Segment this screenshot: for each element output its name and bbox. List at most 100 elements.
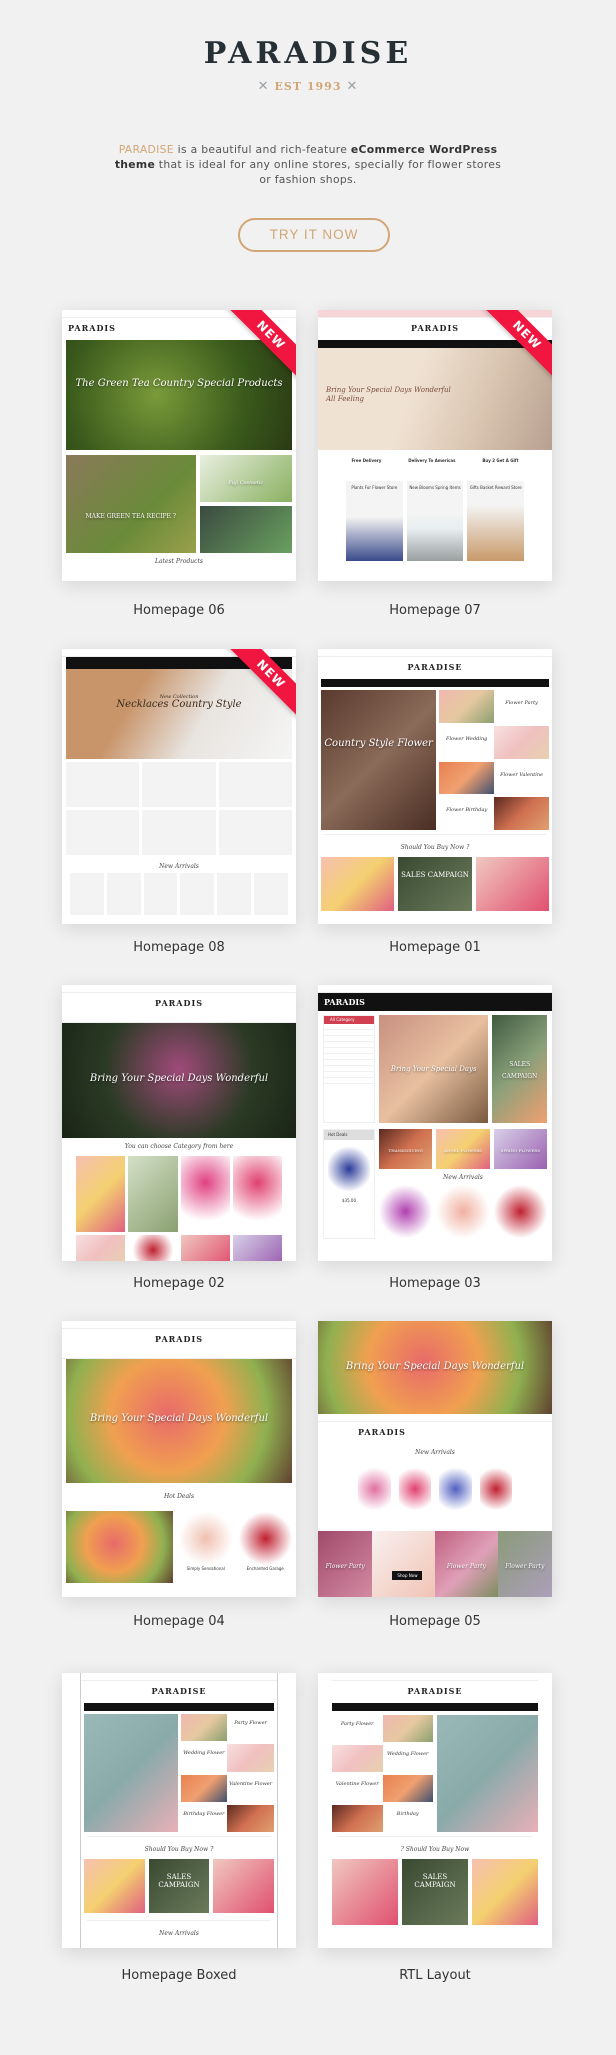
section-title: New Arrivals bbox=[159, 863, 199, 870]
brand-title: PARADISE bbox=[203, 36, 413, 71]
demo-card-homepage-01[interactable]: PARADISE Country Style Flower Flower Par… bbox=[318, 649, 552, 924]
product bbox=[398, 1463, 431, 1515]
demo-label[interactable]: Homepage 07 bbox=[318, 603, 552, 618]
mini-logo: PARADIS bbox=[68, 323, 116, 333]
banner bbox=[475, 857, 549, 911]
demo-label[interactable]: Homepage 02 bbox=[62, 1276, 296, 1291]
tile bbox=[142, 810, 216, 855]
section-title: New Arrivals bbox=[415, 1449, 455, 1456]
side-item-label: Party Flower bbox=[340, 1721, 374, 1727]
mini-topbar bbox=[318, 649, 552, 657]
demo-card-homepage-07[interactable]: PARADIS Bring Your Special Days Wonderfu… bbox=[318, 310, 552, 581]
est-tagline: ✕ EST 1993 ✕ bbox=[0, 79, 616, 94]
banner-text: SALES CAMPAIGN bbox=[158, 1873, 200, 1889]
deals-title: Hot Deals bbox=[324, 1130, 374, 1140]
demo-label[interactable]: Homepage 01 bbox=[318, 940, 552, 955]
try-it-now-button[interactable]: TRY IT NOW bbox=[238, 218, 390, 252]
mini-logo: PARADIS bbox=[358, 1427, 406, 1437]
product bbox=[66, 1511, 173, 1583]
demo-label[interactable]: Homepage 03 bbox=[318, 1276, 552, 1291]
demo-card-homepage-06[interactable]: PARADIS The Green Tea Country Special Pr… bbox=[62, 310, 296, 581]
mini-hero: Country Style Flower bbox=[321, 690, 437, 830]
mini-hero bbox=[84, 1714, 178, 1832]
product bbox=[479, 1463, 512, 1515]
tile-label: THANKSGIVING bbox=[388, 1148, 423, 1153]
mini-hero bbox=[437, 1715, 538, 1832]
demo-label[interactable]: RTL Layout bbox=[318, 1968, 552, 1983]
mini-hero: New Collection Necklaces Country Style bbox=[66, 669, 292, 759]
demo-card-rtl-layout[interactable]: PARADISE Party Flower Wedding Flower Val… bbox=[318, 1673, 552, 1948]
demo-card-homepage-05[interactable]: Bring Your Special Days Wonderful PARADI… bbox=[318, 1321, 552, 1597]
demo-card-homepage-04[interactable]: PARADIS Bring Your Special Days Wonderfu… bbox=[62, 1321, 296, 1597]
hero-text: Bring Your Special Days Wonderful bbox=[345, 1361, 525, 1372]
mini-hero: Bring Your Special Days bbox=[379, 1015, 489, 1123]
tile bbox=[142, 762, 216, 807]
tile: Plants For Flower Store bbox=[346, 481, 403, 561]
hot-deals: Hot Deals $35.00 bbox=[323, 1129, 375, 1239]
mini-logo: PARADISE bbox=[151, 1686, 207, 1696]
feature-label: Buy 2 Get A Gift bbox=[482, 458, 519, 463]
tile: ANGEL FLOWERS bbox=[436, 1129, 490, 1169]
mini-promo: SALES CAMPAIGN bbox=[492, 1015, 547, 1123]
product bbox=[493, 1184, 547, 1239]
mini-nav bbox=[62, 1351, 296, 1359]
tile bbox=[66, 762, 140, 807]
demo-card-homepage-08[interactable]: New Collection Necklaces Country Style N… bbox=[62, 649, 296, 924]
shop-now-button: Shop Now bbox=[392, 1571, 423, 1580]
intro-part1: is a beautiful and rich-feature bbox=[173, 143, 351, 156]
demo-card-homepage-03[interactable]: PARADIS All Category Hot Deals $35.00 Br… bbox=[318, 985, 552, 1261]
feature-label: Delivery To Americas bbox=[408, 458, 456, 463]
mini-header: PARADIS bbox=[62, 1329, 296, 1351]
intro-brand: PARADISE bbox=[118, 143, 174, 156]
product-name: Simply Sensational bbox=[186, 1566, 225, 1571]
tile bbox=[218, 810, 292, 855]
category-tile bbox=[128, 1156, 178, 1232]
tile: Gifts Basket Reward Store bbox=[467, 481, 525, 561]
product bbox=[180, 1156, 230, 1232]
demo-label[interactable]: Homepage 04 bbox=[62, 1614, 296, 1629]
demo-label[interactable]: Homepage Boxed bbox=[62, 1968, 296, 1983]
tile-label: ANGEL FLOWERS bbox=[444, 1148, 482, 1153]
side-item-label: Flower Party bbox=[505, 700, 538, 706]
demo-card-homepage-boxed[interactable]: PARADISE Party Flower Wedding Flower Val… bbox=[62, 1673, 296, 1948]
demo-label[interactable]: Homepage 05 bbox=[318, 1614, 552, 1629]
product bbox=[254, 873, 288, 915]
demo-label[interactable]: Homepage 06 bbox=[62, 603, 296, 618]
product bbox=[358, 1463, 391, 1515]
intro-part2: that is ideal for any online stores, spe… bbox=[155, 158, 502, 186]
side-item-label: Flower Wedding bbox=[445, 735, 488, 742]
feature-label: Free Delivery bbox=[351, 458, 382, 463]
product bbox=[128, 1235, 178, 1261]
cross-icon: ✕ bbox=[257, 79, 270, 94]
mini-logo: PARADISE bbox=[407, 1686, 463, 1696]
side-item-label: Valentine Flower bbox=[335, 1781, 379, 1787]
side-item-label: Flower Birthday bbox=[446, 807, 488, 814]
hero-text: Bring Your Special Days bbox=[390, 1065, 477, 1073]
demo-label[interactable]: Homepage 08 bbox=[62, 940, 296, 955]
demo-card-homepage-02[interactable]: PARADIS Bring Your Special Days Wonderfu… bbox=[62, 985, 296, 1261]
banner bbox=[321, 857, 395, 911]
intro-text: PARADISE is a beautiful and rich-feature… bbox=[110, 142, 506, 187]
side-item-label: Birthday bbox=[396, 1811, 419, 1817]
hero-text: The Green Tea Country Special Products bbox=[75, 378, 283, 389]
category-sidebar: All Category bbox=[323, 1015, 375, 1123]
section-title: Should You Buy Now ? bbox=[144, 1846, 214, 1853]
tile: THANKSGIVING bbox=[379, 1129, 433, 1169]
tile bbox=[66, 810, 140, 855]
product bbox=[232, 1156, 282, 1232]
tile: Flower Party bbox=[435, 1531, 498, 1597]
mini-logo: PARADIS bbox=[155, 998, 203, 1008]
side-item-label: Valentine Flower bbox=[229, 1780, 273, 1787]
side-image bbox=[439, 761, 495, 795]
side-image bbox=[439, 690, 495, 723]
mini-topbar bbox=[318, 1414, 552, 1422]
banner-text: SALES CAMPAIGN bbox=[401, 871, 469, 879]
side-image bbox=[494, 725, 549, 759]
mini-hero: Bring Your Special Days Wonderful bbox=[62, 1023, 296, 1138]
mini-logo: PARADIS bbox=[324, 997, 365, 1007]
mini-header: PARADIS bbox=[62, 993, 296, 1015]
tile-label: Flower Party bbox=[505, 1563, 545, 1570]
section-title: New Arrivals bbox=[443, 1174, 483, 1181]
mini-header: PARADIS bbox=[318, 1422, 552, 1444]
mini-topbar bbox=[62, 985, 296, 993]
